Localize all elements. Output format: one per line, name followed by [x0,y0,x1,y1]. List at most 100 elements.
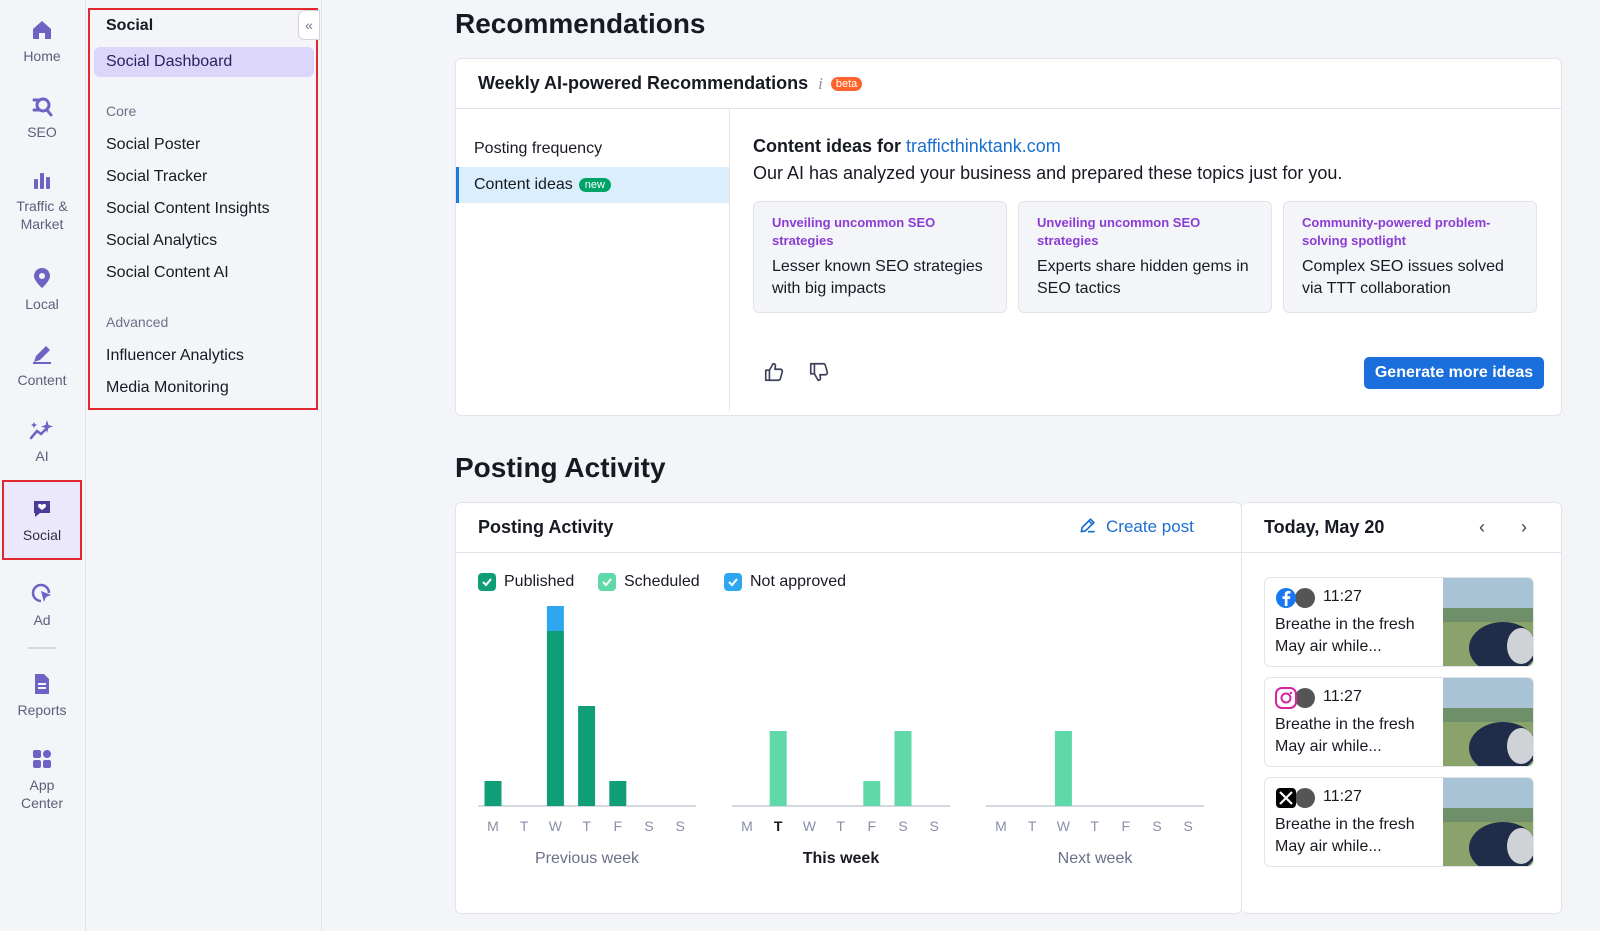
weekday-tick-label: W [1057,818,1071,834]
day-panel-header: Today, May 20 ‹ › [1242,503,1561,553]
collapse-sidebar-button[interactable]: « [298,10,320,40]
posting-activity-chart: M T W T F S SPrevious weekM T W T F S SThis weekM T W T… [478,606,1204,867]
subnav-item-social-content-insights[interactable]: Social Content Insights [94,194,314,224]
subnav-item-media-monitoring[interactable]: Media Monitoring [94,373,314,403]
idea-description: Complex SEO issues solved via TTT collab… [1302,258,1504,297]
grid-icon [29,746,55,772]
beta-badge: beta [830,76,863,91]
weekday-tick-label: S [1184,818,1193,834]
generate-more-ideas-button[interactable]: Generate more ideas [1364,357,1544,389]
weekday-tick-label: T [1090,818,1099,834]
rail-label: Local [25,296,59,312]
weekday-tick-label: T [520,818,529,834]
weekday-tick-label: T [774,818,783,834]
rail-label: Ad [33,612,51,628]
post-time: 11:27 [1323,588,1362,605]
prev-day-button[interactable]: ‹ [1470,515,1494,539]
social-subnav: Social « Social Dashboard Core Social Po… [86,0,322,931]
bar-scheduled [863,781,881,806]
weekday-tick-label: F [868,818,877,834]
checkbox-checked-icon [598,573,616,591]
recommendations-card-header: Weekly AI-powered Recommendations i beta [456,59,1561,109]
legend-scheduled[interactable]: Scheduled [598,573,700,591]
scheduled-post[interactable]: 11:27 Breathe in the fresh May air while… [1264,677,1534,767]
rail-item-app-center[interactable]: App Center [2,738,82,820]
subnav-item-social-content-ai[interactable]: Social Content AI [94,258,314,288]
info-icon[interactable]: i [818,74,823,94]
content-ideas-subtitle: Our AI has analyzed your business and pr… [753,163,1343,183]
bar-scheduled [894,731,912,806]
subnav-item-social-poster[interactable]: Social Poster [94,130,314,160]
subnav-item-influencer-analytics[interactable]: Influencer Analytics [94,341,314,371]
posting-activity-card: Posting Activity Create post Published S… [455,502,1242,914]
idea-title: Community-powered problem-solving spotli… [1302,215,1491,248]
weekday-tick-label: S [898,818,907,834]
content-ideas-title: Content ideas for trafficthinktank.com [753,136,1061,157]
post-time: 11:27 [1323,788,1362,805]
rail-item-traffic[interactable]: Traffic & Market [2,160,82,240]
tab-content-ideas[interactable]: Content ideas new [456,167,729,203]
tab-posting-frequency[interactable]: Posting frequency [456,131,729,167]
idea-description: Experts share hidden gems in SEO tactics [1037,258,1249,297]
legend-not-approved[interactable]: Not approved [724,573,846,591]
subnav-item-social-analytics[interactable]: Social Analytics [94,226,314,256]
recommendation-tabs: Posting frequency Content ideas new [456,109,730,411]
post-text: Breathe in the fresh May air while... [1275,816,1415,855]
rail-label: App Center [20,777,64,811]
rail-item-seo[interactable]: SEO [2,80,82,154]
new-badge: new [578,178,611,192]
subnav-item-social-dashboard[interactable]: Social Dashboard [94,47,314,77]
legend-published[interactable]: Published [478,573,574,591]
edit-pen-icon [1078,515,1098,540]
location-pin-icon [29,265,55,291]
rail-label: Home [23,48,61,64]
idea-card[interactable]: Unveiling uncommon SEO strategies Lesser… [753,201,1007,313]
day-panel: Today, May 20 ‹ › 11:27 Breathe in the f… [1242,502,1562,914]
checkbox-checked-icon [478,573,496,591]
tab-label: Posting frequency [474,140,603,157]
recommendations-heading: Recommendations [455,8,706,39]
bar-not-approved [546,606,564,631]
rail-item-ad[interactable]: Ad [2,568,82,642]
rail-item-reports[interactable]: Reports [2,658,82,732]
main-rail: Home SEO Traffic & Market Local Content … [0,0,86,931]
idea-description: Lesser known SEO strategies with big imp… [772,258,983,297]
scheduled-post[interactable]: 11:27 Breathe in the fresh May air while… [1264,577,1534,667]
rail-item-social[interactable]: Social [2,480,82,560]
rail-label: Social [22,527,62,543]
rail-item-local[interactable]: Local [2,252,82,326]
weekday-tick-label: T [836,818,845,834]
thumbs-up-icon[interactable] [763,361,785,383]
idea-card[interactable]: Unveiling uncommon SEO strategies Expert… [1018,201,1272,313]
next-day-button[interactable]: › [1512,515,1536,539]
post-text: Breathe in the fresh May air while... [1275,716,1415,755]
chevron-right-icon: › [1521,516,1527,537]
facebook-icon [1275,587,1317,609]
post-thumbnail [1443,778,1533,866]
bar-chart-icon [29,167,55,193]
domain-link[interactable]: trafficthinktank.com [906,136,1061,156]
rail-item-ai[interactable]: AI [2,404,82,478]
heart-chat-icon [29,496,55,522]
weekday-tick-label: W [549,818,563,834]
scheduled-post[interactable]: 11:27 Breathe in the fresh May air while… [1264,777,1534,867]
recommendations-card: Weekly AI-powered Recommendations i beta… [455,58,1562,416]
legend-label: Not approved [750,573,847,590]
cursor-target-icon [29,581,55,607]
rail-item-home[interactable]: Home [2,4,82,78]
thumbs-down-icon[interactable] [808,361,830,383]
idea-card[interactable]: Community-powered problem-solving spotli… [1283,201,1537,313]
bar-scheduled [769,731,787,806]
double-chevron-left-icon: « [305,17,313,33]
create-post-button[interactable]: Create post [1078,515,1194,539]
bar-published [546,631,564,806]
rail-item-content[interactable]: Content [2,328,82,402]
subnav-item-social-tracker[interactable]: Social Tracker [94,162,314,192]
subnav-title: Social [106,17,154,34]
weekday-tick-label: M [487,818,499,834]
weekday-tick-label: M [995,818,1007,834]
bar-published [578,706,596,806]
posting-activity-header: Posting Activity Create post [456,503,1241,553]
instagram-icon [1275,687,1317,709]
home-icon [29,17,55,43]
